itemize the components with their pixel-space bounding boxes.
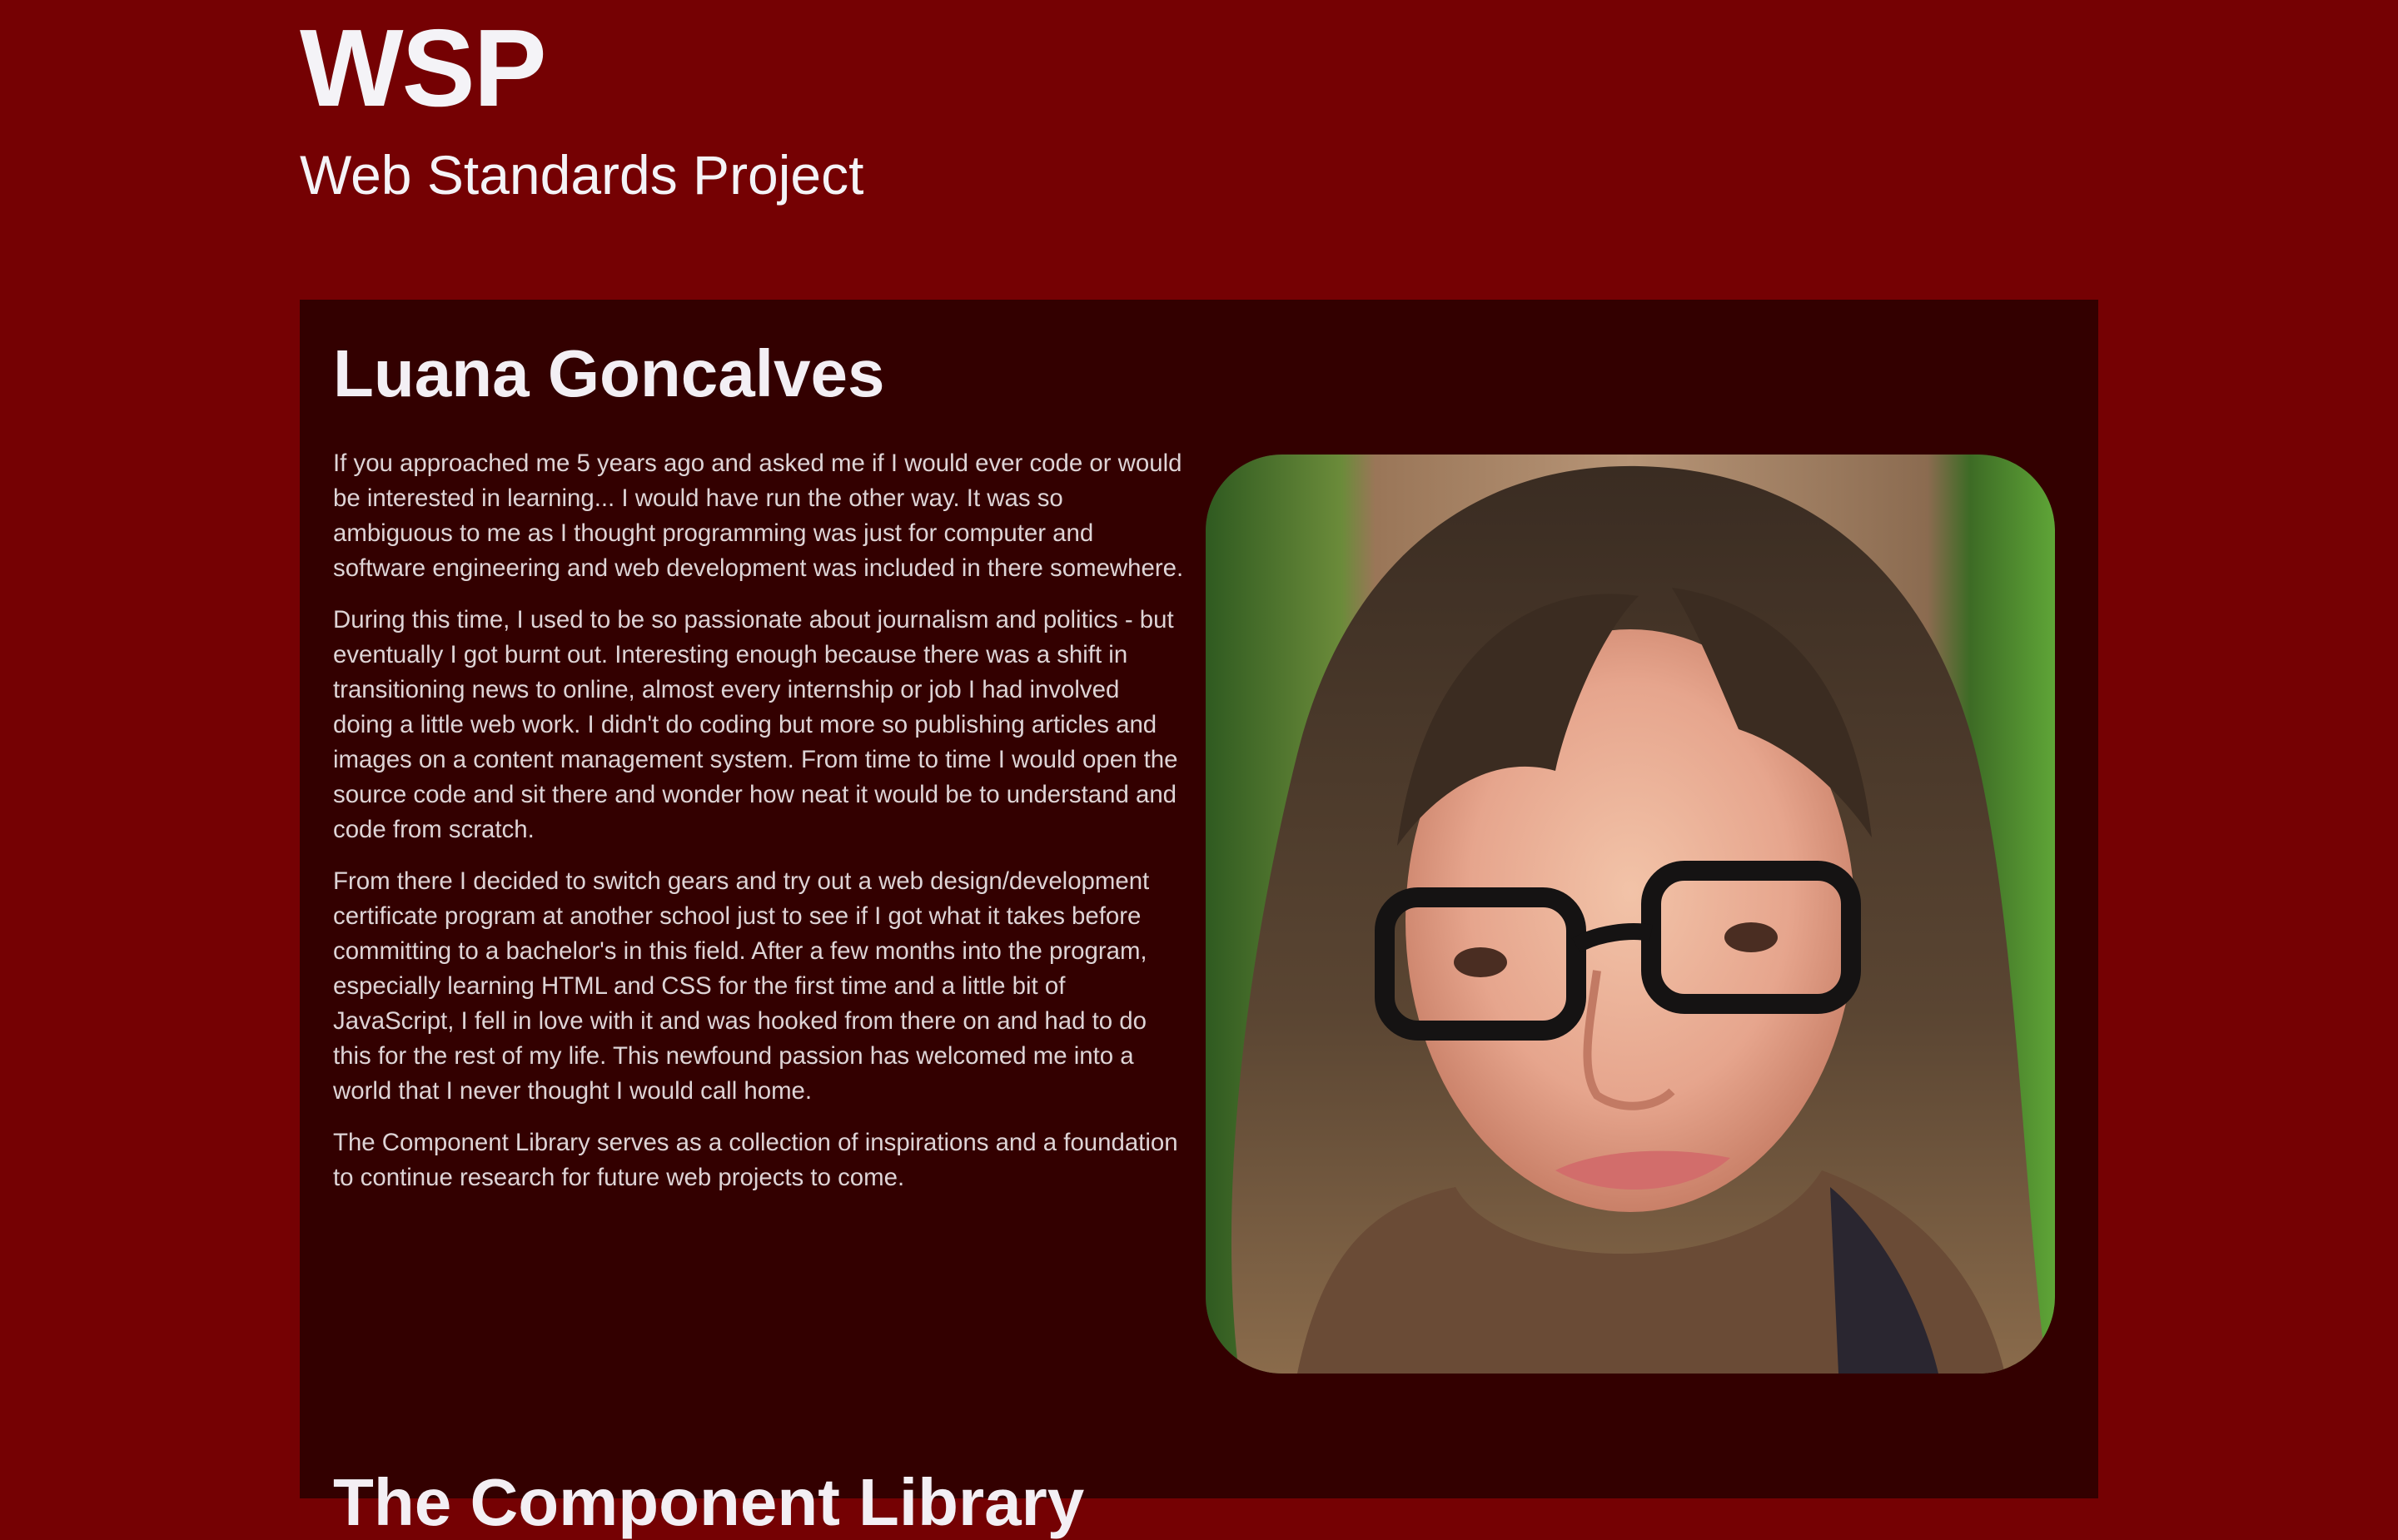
site-logo-title: WSP — [300, 7, 547, 129]
site-subtitle: Web Standards Project — [300, 144, 864, 206]
profile-bio: If you approached me 5 years ago and ask… — [333, 446, 1186, 1212]
profile-photo-graphic — [1206, 455, 2055, 1374]
section-title-component-library: The Component Library — [333, 1465, 1085, 1539]
profile-name: Luana Goncalves — [333, 336, 885, 410]
site-header: WSP Web Standards Project — [300, 7, 1299, 206]
profile-photo — [1206, 455, 2055, 1374]
bio-paragraph: If you approached me 5 years ago and ask… — [333, 450, 1184, 582]
bio-paragraph: From there I decided to switch gears and… — [333, 867, 1150, 1105]
profile-panel: Luana Goncalves If you approached me 5 y… — [300, 300, 2098, 1539]
bio-paragraph: The Component Library serves as a collec… — [333, 1129, 1178, 1191]
bio-paragraph: During this time, I used to be so passio… — [333, 606, 1178, 843]
